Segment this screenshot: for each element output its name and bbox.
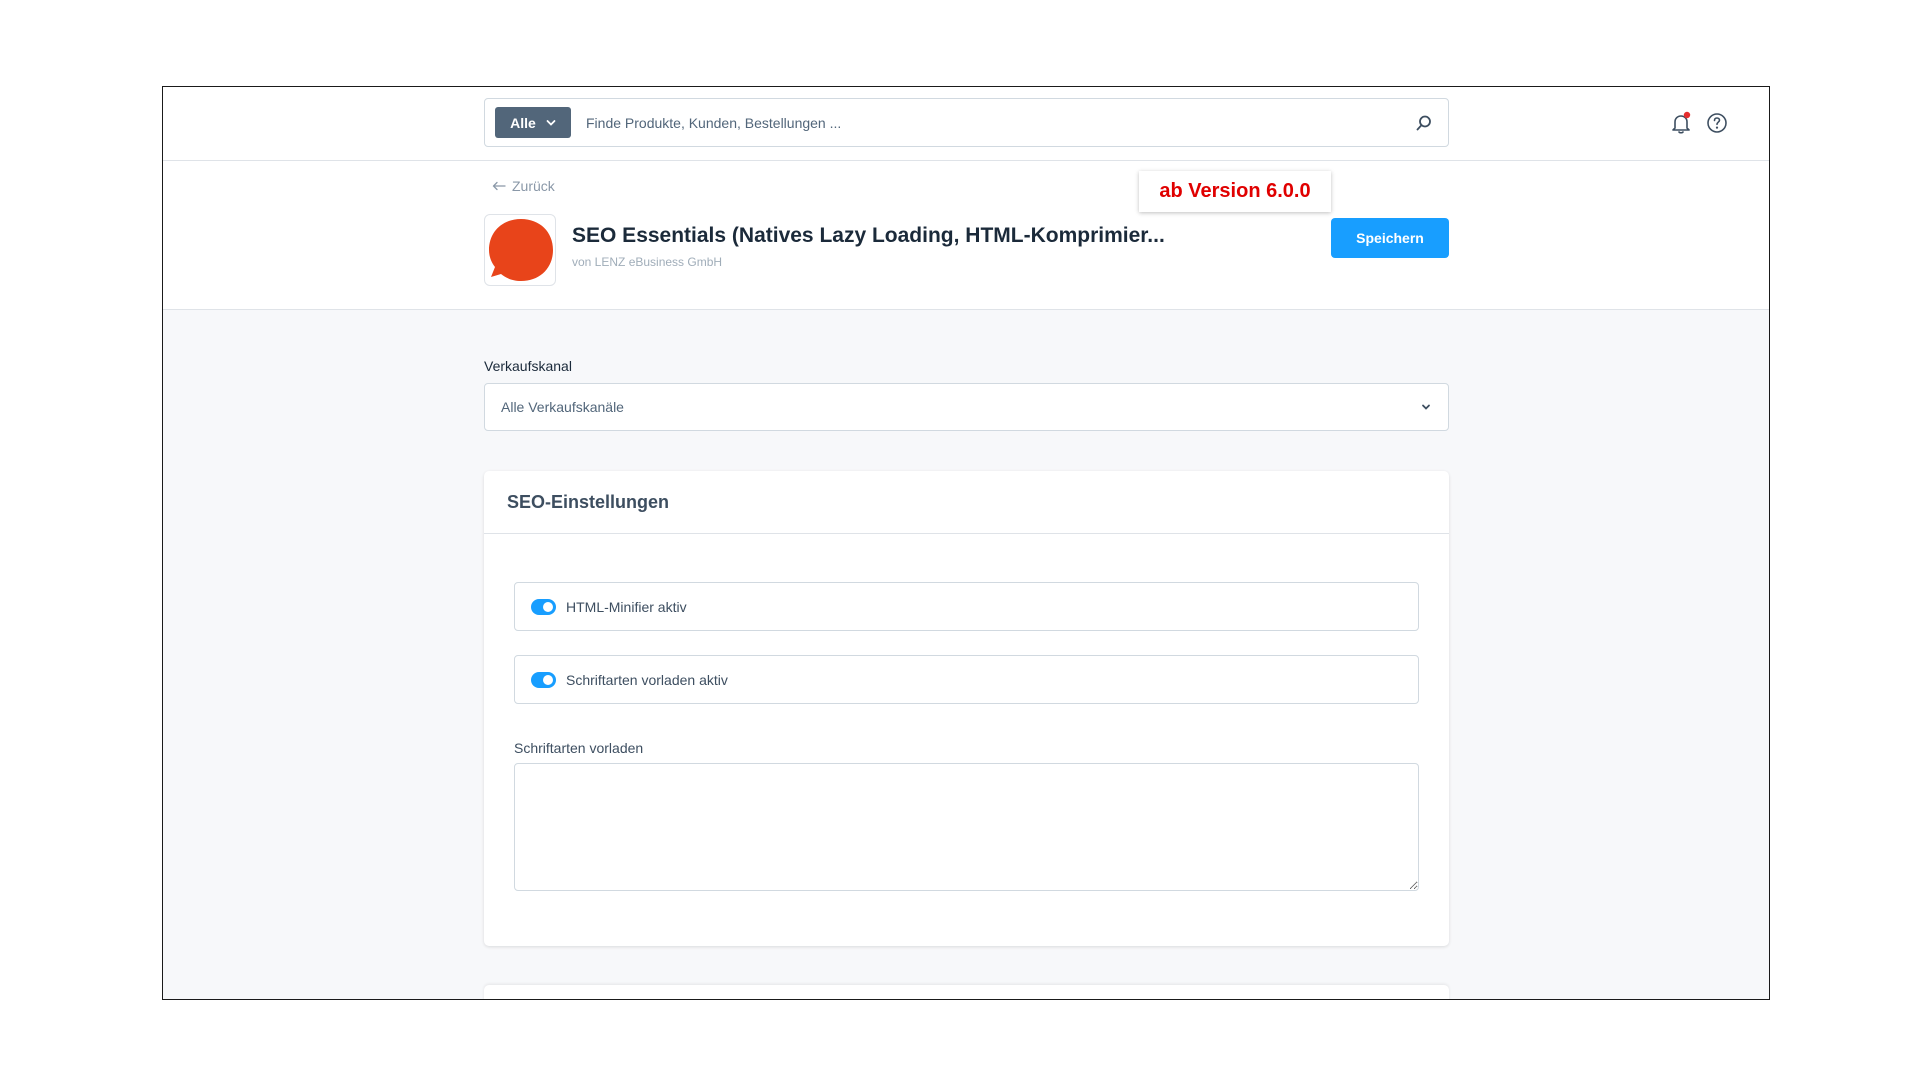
save-button[interactable]: Speichern bbox=[1331, 218, 1449, 258]
top-bar: Alle bbox=[163, 87, 1769, 161]
card-title: SEO-Einstellungen bbox=[484, 471, 1449, 534]
sales-channel-select[interactable]: Alle Verkaufskanäle bbox=[484, 383, 1449, 431]
back-label: Zurück bbox=[512, 178, 555, 194]
back-link[interactable]: Zurück bbox=[492, 178, 555, 194]
html-minifier-label: HTML-Minifier aktiv bbox=[566, 598, 687, 615]
bell-icon[interactable] bbox=[1669, 111, 1693, 135]
plugin-header: Zurück ab Version 6.0.0 SEO Essentials (… bbox=[163, 161, 1769, 310]
seo-settings-card: SEO-Einstellungen HTML-Minifier aktiv Sc… bbox=[484, 471, 1449, 946]
html-minifier-switch[interactable] bbox=[531, 598, 556, 615]
html-minifier-toggle-row: HTML-Minifier aktiv bbox=[514, 582, 1419, 631]
font-preload-toggle-row: Schriftarten vorladen aktiv bbox=[514, 655, 1419, 704]
sales-channel-value: Alle Verkaufskanäle bbox=[501, 399, 624, 415]
plugin-logo bbox=[484, 214, 556, 286]
app-window: Alle Zurück bbox=[162, 86, 1770, 1000]
chevron-down-icon bbox=[546, 119, 556, 126]
version-badge: ab Version 6.0.0 bbox=[1139, 171, 1331, 212]
global-search: Alle bbox=[484, 98, 1449, 147]
help-icon[interactable] bbox=[1705, 111, 1729, 135]
plugin-title: SEO Essentials (Natives Lazy Loading, HT… bbox=[572, 224, 1165, 247]
arrow-left-icon bbox=[492, 181, 506, 191]
notification-dot bbox=[1683, 111, 1691, 119]
search-type-dropdown[interactable]: Alle bbox=[495, 107, 571, 138]
search-type-label: Alle bbox=[510, 114, 536, 131]
fonts-textarea-label: Schriftarten vorladen bbox=[514, 740, 644, 756]
font-preload-label: Schriftarten vorladen aktiv bbox=[566, 671, 728, 688]
font-preload-switch[interactable] bbox=[531, 671, 556, 688]
chevron-down-icon bbox=[1422, 404, 1430, 410]
plugin-author: von LENZ eBusiness GmbH bbox=[572, 255, 723, 269]
fonts-textarea[interactable] bbox=[514, 763, 1419, 891]
search-input[interactable] bbox=[586, 114, 1415, 131]
speech-bubble-icon bbox=[489, 219, 553, 281]
next-card-edge bbox=[484, 985, 1449, 999]
search-icon[interactable] bbox=[1415, 114, 1433, 132]
sales-channel-label: Verkaufskanal bbox=[484, 358, 572, 374]
